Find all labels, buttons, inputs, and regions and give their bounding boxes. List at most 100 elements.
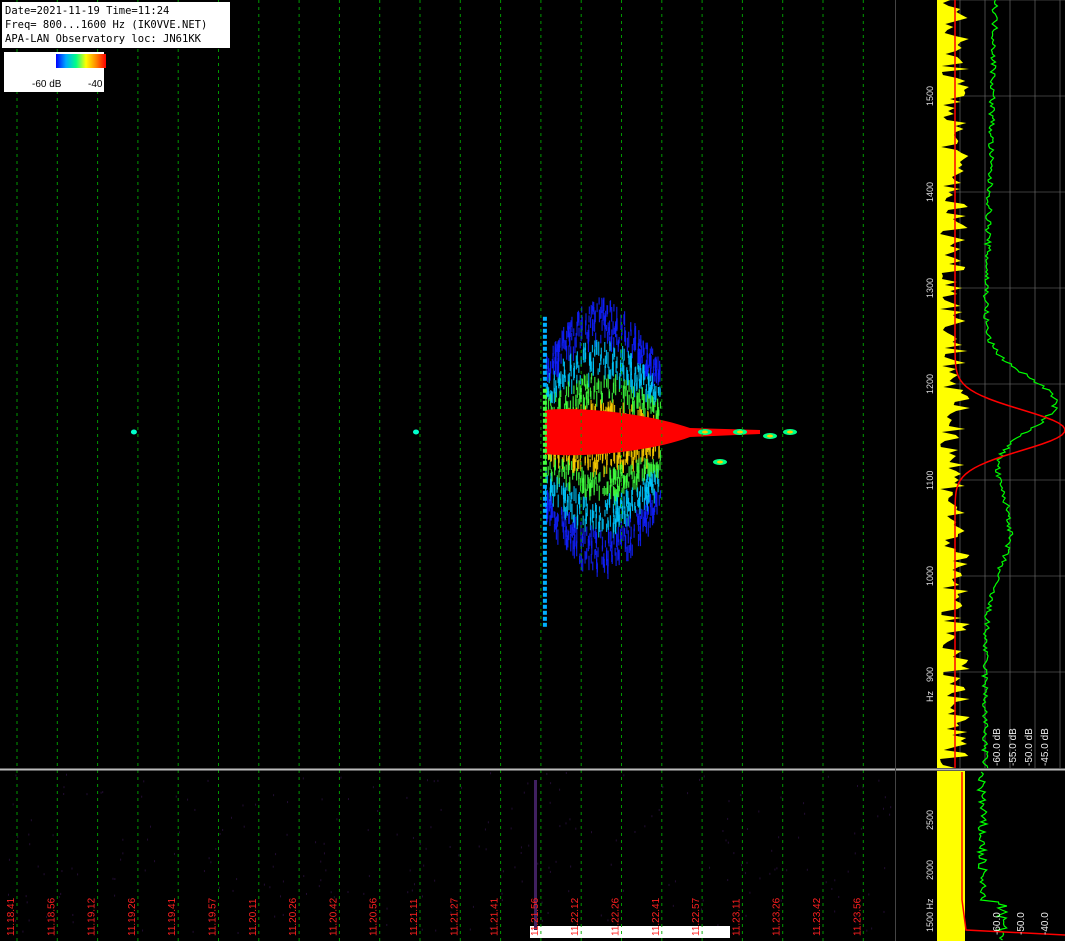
lower-noise-pixel	[320, 860, 322, 863]
lower-noise-pixel	[600, 914, 602, 917]
echo-trail-pixel	[542, 508, 547, 513]
echo-pixel	[609, 515, 611, 527]
echo-pixel	[576, 460, 579, 472]
lower-noise-pixel	[555, 860, 557, 863]
echo-pixel	[573, 486, 575, 501]
echo-pixel	[585, 497, 587, 507]
echo-pixel	[598, 309, 601, 323]
echo-pixel	[604, 509, 606, 517]
echo-pixel	[560, 353, 562, 364]
echo-pixel	[561, 485, 563, 495]
echo-trail-pixel	[542, 370, 547, 375]
echo-pixel	[591, 472, 594, 488]
echo-pixel	[576, 374, 578, 384]
echo-pixel	[630, 322, 632, 332]
lower-noise-pixel	[434, 879, 436, 882]
lower-noise-pixel	[728, 800, 730, 803]
echo-pixel	[585, 551, 587, 560]
echo-trail-pixel	[542, 448, 547, 453]
lower-freq-tick-label: 2500	[925, 810, 935, 830]
lower-noise-pixel	[780, 796, 782, 799]
lower-noise-pixel	[287, 801, 289, 804]
echo-pixel	[563, 466, 566, 479]
lower-noise-pixel	[407, 891, 409, 894]
echo-trail-pixel	[542, 610, 547, 615]
lower-noise-pixel	[523, 791, 525, 794]
echo-pixel	[638, 389, 640, 403]
echo-pixel	[575, 333, 577, 348]
echo-pixel	[592, 319, 594, 330]
lower-noise-pixel	[336, 818, 338, 821]
echo-pixel	[617, 484, 619, 498]
echo-pixel	[593, 457, 596, 472]
echo-pixel	[581, 378, 583, 385]
echo-pixel	[649, 348, 651, 363]
lower-noise-pixel	[514, 866, 516, 869]
echo-pixel	[632, 456, 634, 472]
echo-pixel	[657, 356, 659, 371]
lower-noise-pixel	[741, 864, 743, 867]
time-tick-label: 11.21.11	[409, 898, 420, 936]
lower-noise-pixel	[61, 870, 63, 873]
lower-noise-pixel	[421, 928, 423, 931]
lower-noise-pixel	[60, 892, 62, 895]
spectrum-db-tick-label: -45.0 dB	[1040, 728, 1051, 766]
echo-pixel	[652, 483, 654, 496]
echo-pixel	[609, 400, 611, 413]
lower-noise-pixel	[30, 819, 32, 822]
echo-pixel	[640, 508, 642, 519]
echo-trail-pixel	[542, 346, 547, 351]
echo-pixel	[650, 346, 653, 354]
echo-pixel	[587, 458, 589, 471]
lower-noise-pixel	[141, 795, 143, 798]
lower-noise-pixel	[210, 861, 212, 864]
echo-pixel	[550, 479, 552, 493]
echo-pixel	[569, 355, 571, 372]
lower-noise-pixel	[396, 833, 398, 836]
lower-noise-pixel	[591, 831, 593, 834]
lower-noise-pixel	[275, 853, 277, 856]
echo-pixel	[625, 514, 627, 527]
echo-pixel	[568, 496, 570, 511]
lower-noise-pixel	[860, 827, 862, 830]
spectrum-panel-main: -60.0 dB -55.0 dB -50.0 dB -45.0 dB	[937, 0, 1065, 769]
echo-pixel	[611, 478, 613, 487]
echo-pixel	[565, 339, 567, 352]
echo-trail-pixel	[542, 442, 547, 447]
lower-noise-pixel	[43, 873, 45, 876]
echo-pixel	[613, 348, 616, 357]
echo-pixel	[623, 365, 625, 382]
lower-noise-pixel	[421, 895, 423, 898]
lower-noise-pixel	[426, 779, 428, 782]
echo-pixel	[588, 372, 590, 388]
echo-pixel	[616, 371, 618, 380]
lower-noise-pixel	[315, 841, 317, 844]
echo-pixel	[628, 354, 630, 365]
lower-noise-pixel	[318, 885, 320, 888]
echo-trail-pixel	[542, 388, 547, 393]
echo-pixel	[578, 472, 580, 486]
echo-pixel	[572, 514, 575, 523]
time-tick-label: 11.23.11	[731, 898, 742, 936]
echo-pixel	[653, 391, 655, 406]
echo-trail-pixel	[542, 562, 547, 567]
echo-trail-pixel	[542, 412, 547, 417]
echo-pixel	[659, 388, 661, 396]
lower-noise-pixel	[147, 838, 149, 841]
echo-pixel	[634, 336, 636, 352]
time-tick-label: 11.21.41	[490, 897, 501, 936]
freq-tick-label: 1200	[925, 374, 935, 394]
header-date-time: Date=2021-11-19 Time=11:24	[5, 5, 170, 17]
echo-pixel	[550, 495, 552, 505]
echo-pixel	[565, 519, 567, 533]
echo-pixel	[563, 326, 565, 342]
echo-pixel	[596, 550, 598, 564]
echo-pixel	[578, 459, 580, 470]
echo-pixel	[579, 341, 581, 349]
lower-noise-pixel	[484, 828, 486, 831]
echo-pixel	[575, 542, 578, 549]
echo-pixel	[584, 352, 587, 360]
lower-noise-pixel	[623, 774, 625, 777]
lower-noise-pixel	[8, 858, 10, 861]
echo-pixel	[591, 305, 593, 315]
